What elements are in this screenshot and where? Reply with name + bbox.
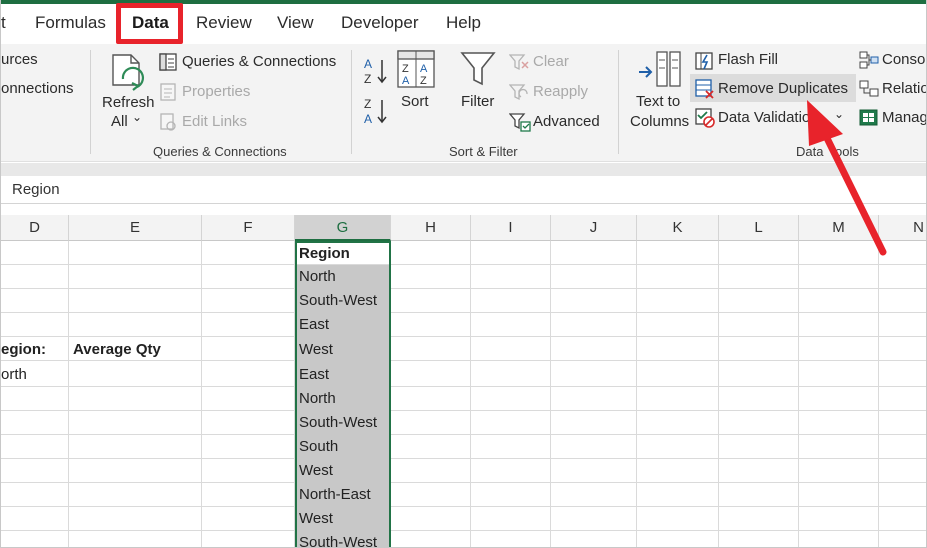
excel-window: t Formulas Data Review View Developer He…: [0, 0, 927, 548]
annotation-arrow: [807, 100, 887, 256]
